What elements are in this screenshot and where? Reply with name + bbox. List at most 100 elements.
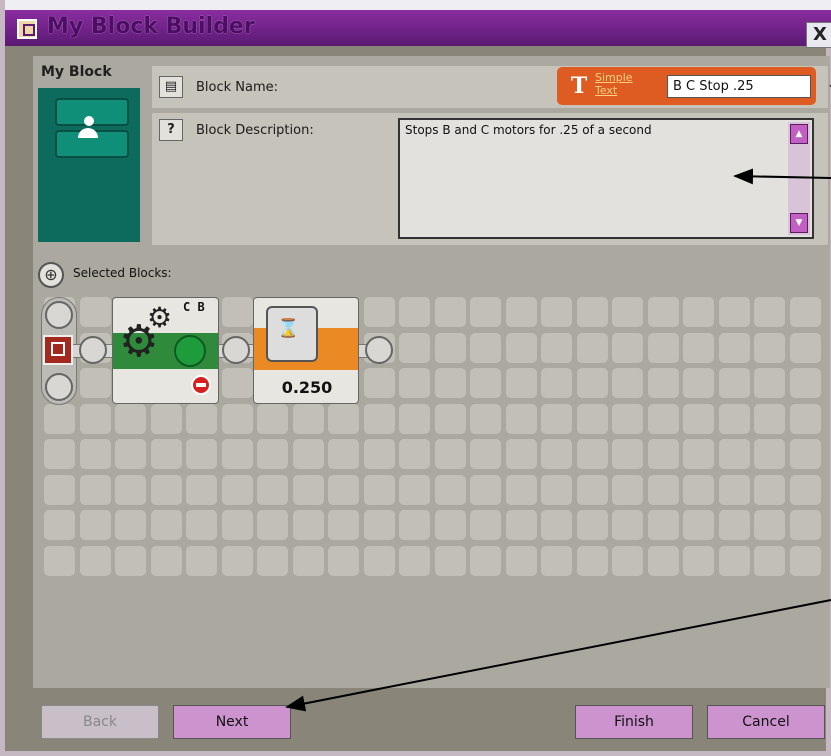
grid-cell bbox=[44, 474, 75, 505]
back-button[interactable]: Back bbox=[41, 705, 159, 739]
grid-cell bbox=[328, 474, 359, 505]
grid-cell bbox=[541, 403, 572, 434]
text-t-icon: T bbox=[570, 73, 588, 99]
grid-cell bbox=[683, 439, 714, 469]
cancel-button[interactable]: Cancel bbox=[707, 705, 825, 739]
grid-cell bbox=[257, 403, 288, 434]
wire-hole bbox=[79, 336, 107, 364]
block-name-input[interactable] bbox=[667, 75, 811, 98]
description-scrollbar[interactable]: ▲ ▼ bbox=[788, 122, 810, 235]
grid-cell bbox=[399, 297, 430, 327]
grid-cell bbox=[576, 297, 608, 327]
grid-cell bbox=[612, 403, 643, 434]
grid-cell bbox=[754, 474, 785, 505]
grid-cell bbox=[718, 474, 750, 505]
grid-cell bbox=[541, 474, 572, 505]
grid-cell bbox=[399, 545, 430, 576]
timer-icon: ⌛ bbox=[266, 306, 318, 362]
motor-block[interactable]: C B ⚙ ⚙ bbox=[112, 297, 219, 404]
block-name-label: Block Name: bbox=[196, 80, 279, 95]
close-button[interactable]: X bbox=[806, 22, 831, 48]
next-button[interactable]: Next bbox=[173, 705, 291, 739]
grid-cell bbox=[328, 510, 359, 540]
grid-cell bbox=[115, 403, 146, 434]
grid-cell bbox=[292, 403, 324, 434]
grid-cell bbox=[186, 439, 217, 469]
stop-icon bbox=[191, 375, 211, 395]
grid-cell bbox=[647, 332, 679, 363]
grid-cell bbox=[718, 439, 750, 469]
grid-cell bbox=[150, 403, 182, 434]
grid-cell bbox=[718, 332, 750, 363]
window-title: My Block Builder bbox=[47, 14, 255, 39]
block-description-label: Block Description: bbox=[196, 123, 314, 138]
grid-cell bbox=[505, 474, 537, 505]
grid-cell bbox=[363, 403, 395, 434]
grid-cell bbox=[292, 439, 324, 469]
grid-cell bbox=[505, 403, 537, 434]
grid-cell bbox=[363, 439, 395, 469]
grid-cell bbox=[683, 368, 714, 398]
grid-cell bbox=[150, 474, 182, 505]
title-bar[interactable]: My Block Builder X bbox=[5, 10, 831, 48]
my-block-builder-window: My Block Builder X My Block ▤ Block Name… bbox=[0, 0, 831, 756]
grid-cell bbox=[79, 510, 111, 540]
grid-cell bbox=[292, 474, 324, 505]
grid-cell bbox=[186, 510, 217, 540]
motor-direction-icon bbox=[174, 335, 206, 367]
grid-cell bbox=[505, 439, 537, 469]
grid-cell bbox=[150, 439, 182, 469]
grid-cell bbox=[399, 403, 430, 434]
grid-cell bbox=[754, 403, 785, 434]
grid-cell bbox=[79, 545, 111, 576]
finish-button[interactable]: Finish bbox=[575, 705, 693, 739]
grid-cell bbox=[44, 403, 75, 434]
grid-cell bbox=[399, 439, 430, 469]
grid-cell bbox=[363, 368, 395, 398]
small-gear-icon: ⚙ bbox=[147, 301, 173, 334]
grid-cell bbox=[470, 368, 501, 398]
my-block-preview bbox=[38, 88, 140, 242]
grid-cell bbox=[363, 297, 395, 327]
wait-duration: 0.250 bbox=[281, 378, 333, 397]
grid-cell bbox=[612, 368, 643, 398]
grid-cell bbox=[470, 439, 501, 469]
name-tag-icon: ▤ bbox=[159, 76, 183, 98]
motor-ports-label: C B bbox=[183, 300, 205, 314]
grid-cell bbox=[328, 439, 359, 469]
app-icon bbox=[17, 19, 37, 39]
grid-cell bbox=[150, 545, 182, 576]
grid-cell bbox=[434, 474, 466, 505]
grid-cell bbox=[789, 332, 821, 363]
grid-cell bbox=[612, 474, 643, 505]
grid-cell bbox=[186, 474, 217, 505]
grid-cell bbox=[434, 332, 466, 363]
selected-blocks-label: Selected Blocks: bbox=[73, 266, 172, 280]
grid-cell bbox=[44, 545, 75, 576]
grid-cell bbox=[718, 510, 750, 540]
grid-cell bbox=[505, 510, 537, 540]
grid-cell bbox=[576, 439, 608, 469]
wait-block[interactable]: ⌛ 0.250 bbox=[253, 297, 359, 404]
grid-cell bbox=[79, 474, 111, 505]
block-description-textarea[interactable]: Stops B and C motors for .25 of a second… bbox=[398, 118, 814, 239]
grid-cell bbox=[718, 403, 750, 434]
wire-hole bbox=[365, 336, 393, 364]
grid-cell bbox=[647, 368, 679, 398]
simple-text-link[interactable]: Simple Text bbox=[595, 71, 635, 97]
grid-cell bbox=[576, 474, 608, 505]
grid-cell bbox=[44, 439, 75, 469]
grid-cell bbox=[292, 545, 324, 576]
grid-cell bbox=[683, 297, 714, 327]
scroll-up-button[interactable]: ▲ bbox=[790, 124, 808, 144]
grid-cell bbox=[363, 545, 395, 576]
grid-cell bbox=[718, 368, 750, 398]
scroll-down-button[interactable]: ▼ bbox=[790, 213, 808, 233]
grid-cell bbox=[186, 403, 217, 434]
grid-cell bbox=[79, 368, 111, 398]
description-text[interactable]: Stops B and C motors for .25 of a second bbox=[405, 123, 765, 137]
grid-cell bbox=[754, 332, 785, 363]
grid-cell bbox=[683, 545, 714, 576]
grid-cell bbox=[683, 332, 714, 363]
grid-cell bbox=[647, 474, 679, 505]
